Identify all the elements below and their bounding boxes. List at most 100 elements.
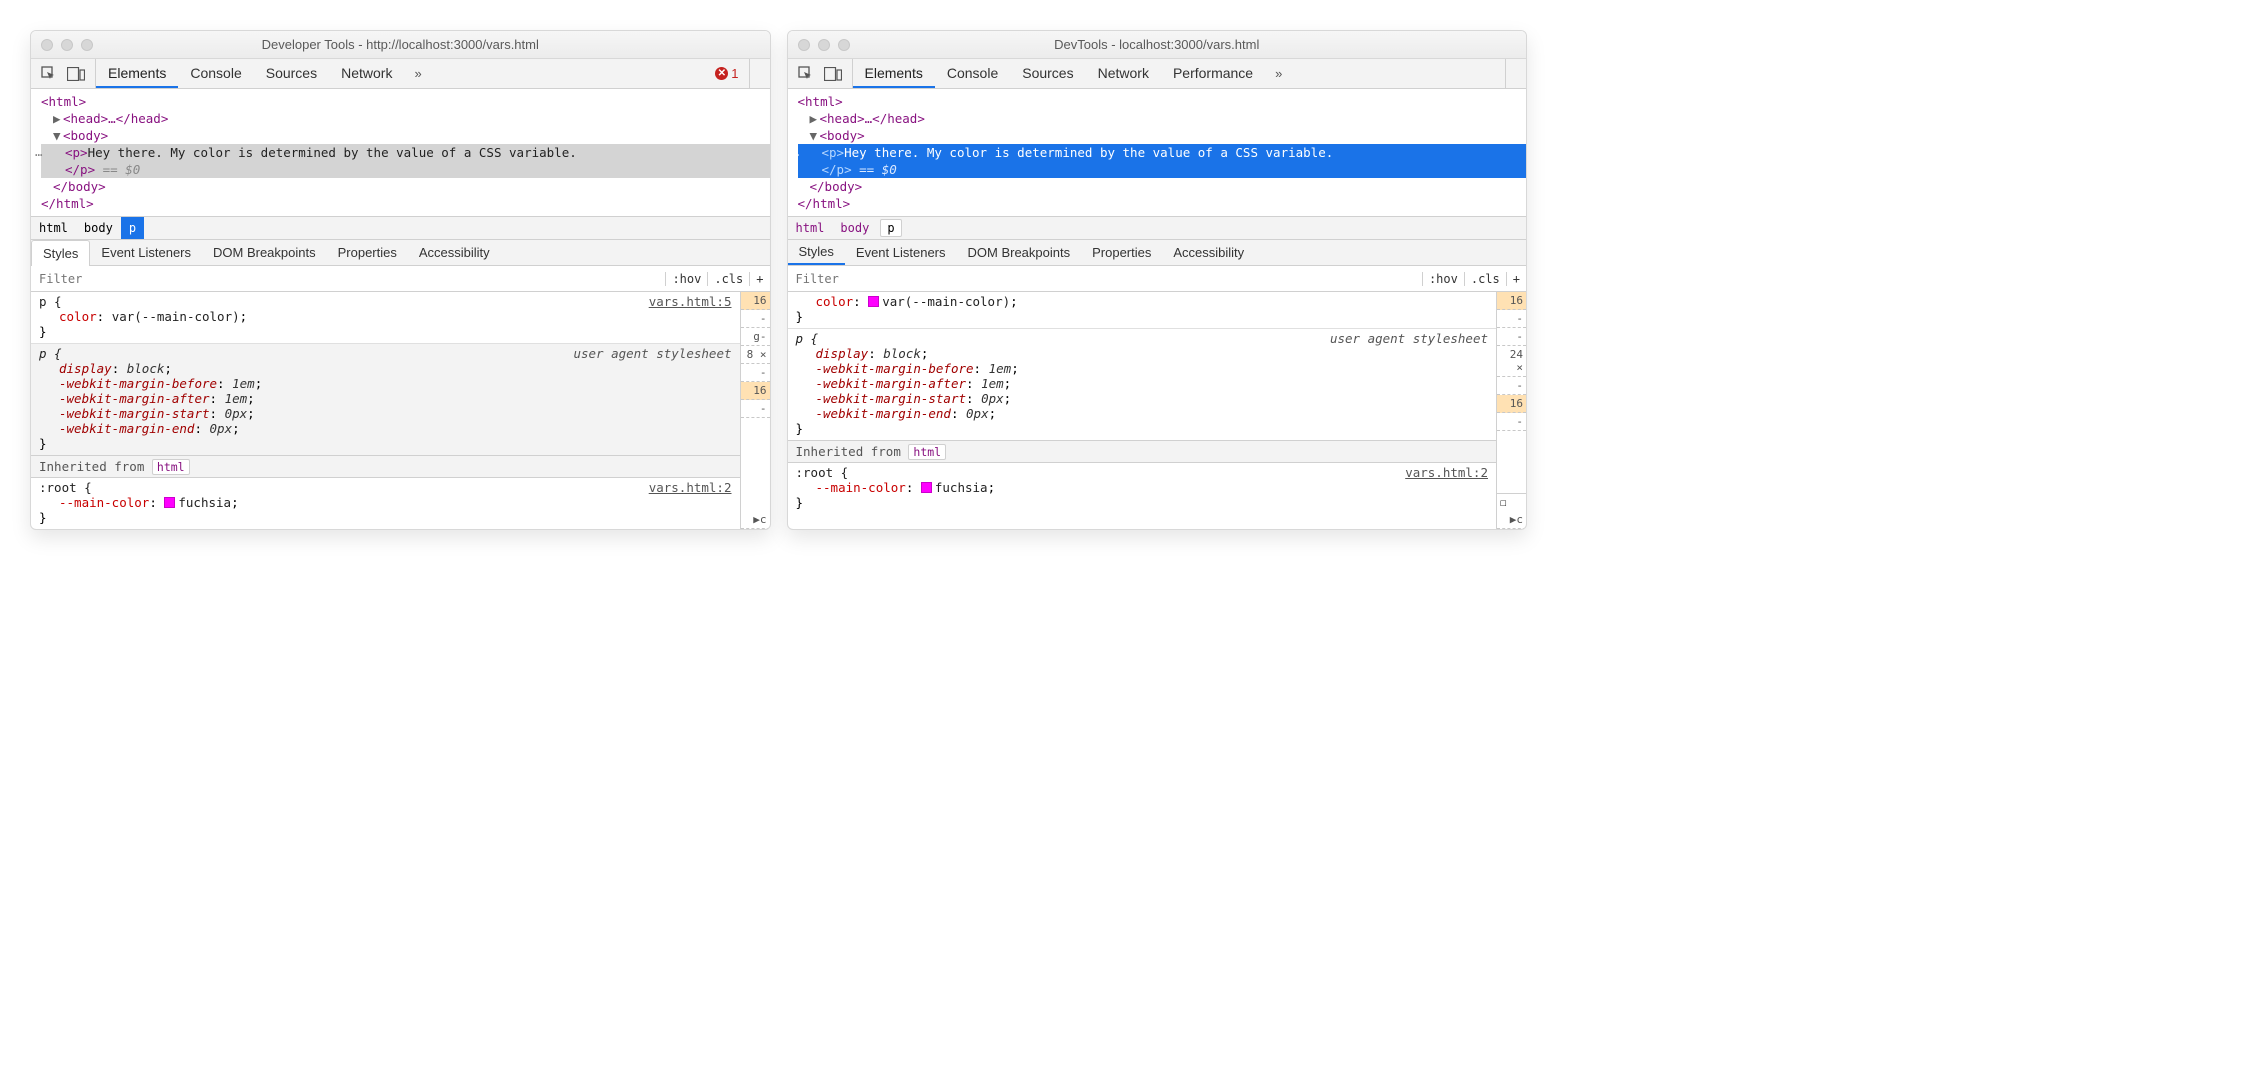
styles-subtabs: Styles Event Listeners DOM Breakpoints P…	[31, 240, 770, 266]
styles-filter-bar: :hov .cls +	[788, 266, 1527, 292]
inspect-icon[interactable]	[798, 66, 814, 82]
dom-node-html-close[interactable]: </html>	[41, 196, 94, 211]
styles-filter-input[interactable]	[788, 272, 1422, 286]
tab-network[interactable]: Network	[1086, 59, 1161, 88]
rule-source-link[interactable]: vars.html:2	[1405, 465, 1488, 480]
tab-sources[interactable]: Sources	[1010, 59, 1085, 88]
rule-source-link[interactable]: vars.html:2	[649, 480, 732, 495]
color-swatch-icon[interactable]	[921, 482, 932, 493]
hov-button[interactable]: :hov	[665, 272, 707, 286]
device-toolbar-icon[interactable]	[824, 67, 842, 81]
dom-selected-row[interactable]: … <p>Hey there. My color is determined b…	[798, 144, 1527, 178]
error-badge[interactable]: ✕ 1	[715, 66, 738, 81]
rule-source-link[interactable]: vars.html:5	[649, 294, 732, 309]
tab-console[interactable]: Console	[178, 59, 253, 88]
expand-icon[interactable]: ▶c	[741, 511, 770, 529]
new-rule-button[interactable]: +	[749, 272, 769, 286]
dom-node-body[interactable]: <body>	[63, 128, 108, 143]
checkbox-placeholder[interactable]: ☐	[1497, 493, 1526, 511]
styles-panel[interactable]: vars.html:5 p { color: var(--main-color)…	[31, 292, 740, 529]
window-title: Developer Tools - http://localhost:3000/…	[31, 37, 770, 52]
inherited-from-bar: Inherited from html	[788, 440, 1497, 463]
subtab-event-listeners[interactable]: Event Listeners	[845, 240, 957, 265]
new-rule-button[interactable]: +	[1506, 272, 1526, 286]
dom-p-text: Hey there. My color is determined by the…	[88, 145, 577, 160]
css-rule-p[interactable]: vars.html:5 p { color: var(--main-color)…	[31, 292, 740, 343]
dom-node-head[interactable]: <head>…</head>	[63, 111, 168, 126]
device-toolbar-icon[interactable]	[67, 67, 85, 81]
css-rule-ua[interactable]: user agent stylesheet p { display: block…	[788, 328, 1497, 440]
dom-tree[interactable]: <html> ▶<head>…</head> ▼<body> … <p>Hey …	[788, 89, 1527, 216]
dom-node-html-close[interactable]: </html>	[798, 196, 851, 211]
css-rule-root[interactable]: vars.html:2 :root { --main-color: fuchsi…	[788, 463, 1497, 514]
traffic-lights	[798, 39, 850, 51]
color-swatch-icon[interactable]	[868, 296, 879, 307]
subtab-dom-breakpoints[interactable]: DOM Breakpoints	[202, 240, 327, 265]
dom-node-body-close[interactable]: </body>	[810, 179, 863, 194]
subtab-accessibility[interactable]: Accessibility	[408, 240, 501, 265]
subtab-properties[interactable]: Properties	[327, 240, 408, 265]
rule-source-ua: user agent stylesheet	[573, 346, 731, 361]
subtab-accessibility[interactable]: Accessibility	[1162, 240, 1255, 265]
subtab-dom-breakpoints[interactable]: DOM Breakpoints	[957, 240, 1082, 265]
close-dot[interactable]	[41, 39, 53, 51]
dom-node-body[interactable]: <body>	[820, 128, 865, 143]
error-count: 1	[731, 66, 738, 81]
inspect-icon[interactable]	[41, 66, 57, 82]
tab-sources[interactable]: Sources	[254, 59, 329, 88]
zoom-dot[interactable]	[838, 39, 850, 51]
dom-node-body-close[interactable]: </body>	[53, 179, 106, 194]
crumb-body[interactable]: body	[76, 217, 121, 239]
css-rule-ua[interactable]: user agent stylesheet p { display: block…	[31, 343, 740, 455]
expand-icon[interactable]: ▶	[810, 111, 820, 126]
inherited-tag[interactable]: html	[908, 444, 946, 460]
error-icon: ✕	[715, 67, 728, 80]
tab-elements[interactable]: Elements	[853, 59, 935, 88]
rule-source-ua: user agent stylesheet	[1330, 331, 1488, 346]
tab-performance[interactable]: Performance	[1161, 59, 1265, 88]
subtab-styles[interactable]: Styles	[788, 240, 845, 265]
crumb-p[interactable]: p	[880, 219, 901, 237]
css-rule-root[interactable]: vars.html:2 :root { --main-color: fuchsi…	[31, 478, 740, 529]
cls-button[interactable]: .cls	[1464, 272, 1506, 286]
metrics-gutter: 16 - g- 8 × - 16 - ▶c	[740, 292, 770, 529]
expand-icon[interactable]: ▶c	[1497, 511, 1526, 529]
cls-button[interactable]: .cls	[707, 272, 749, 286]
dom-eq0: == $0	[95, 162, 140, 177]
dom-eq0: == $0	[852, 162, 897, 177]
tab-elements[interactable]: Elements	[96, 59, 178, 88]
toolbar: Elements Console Sources Network Perform…	[788, 59, 1527, 89]
color-swatch-icon[interactable]	[164, 497, 175, 508]
zoom-dot[interactable]	[81, 39, 93, 51]
crumb-p[interactable]: p	[121, 217, 144, 239]
collapse-icon[interactable]: ▼	[53, 128, 63, 143]
hov-button[interactable]: :hov	[1422, 272, 1464, 286]
crumb-body[interactable]: body	[832, 217, 877, 239]
expand-icon[interactable]: ▶	[53, 111, 63, 126]
collapse-icon[interactable]: ▼	[810, 128, 820, 143]
breadcrumb: html body p	[31, 216, 770, 240]
crumb-html[interactable]: html	[788, 217, 833, 239]
styles-filter-bar: :hov .cls +	[31, 266, 770, 292]
styles-filter-input[interactable]	[31, 272, 665, 286]
tab-network[interactable]: Network	[329, 59, 404, 88]
tabs-overflow-icon[interactable]: »	[1265, 66, 1292, 81]
tab-console[interactable]: Console	[935, 59, 1010, 88]
css-rule-p[interactable]: color: var(--main-color); }	[788, 292, 1497, 328]
subtab-properties[interactable]: Properties	[1081, 240, 1162, 265]
dom-node-html[interactable]: <html>	[798, 94, 843, 109]
inherited-tag[interactable]: html	[152, 459, 190, 475]
subtab-event-listeners[interactable]: Event Listeners	[90, 240, 202, 265]
dom-selected-row[interactable]: … <p>Hey there. My color is determined b…	[41, 144, 770, 178]
tabs-overflow-icon[interactable]: »	[404, 66, 431, 81]
dom-node-html[interactable]: <html>	[41, 94, 86, 109]
subtab-styles[interactable]: Styles	[31, 240, 90, 266]
dom-p-text: Hey there. My color is determined by the…	[844, 145, 1333, 160]
minimize-dot[interactable]	[818, 39, 830, 51]
close-dot[interactable]	[798, 39, 810, 51]
crumb-html[interactable]: html	[31, 217, 76, 239]
minimize-dot[interactable]	[61, 39, 73, 51]
dom-tree[interactable]: <html> ▶<head>…</head> ▼<body> … <p>Hey …	[31, 89, 770, 216]
dom-node-head[interactable]: <head>…</head>	[820, 111, 925, 126]
styles-panel[interactable]: color: var(--main-color); } user agent s…	[788, 292, 1497, 529]
